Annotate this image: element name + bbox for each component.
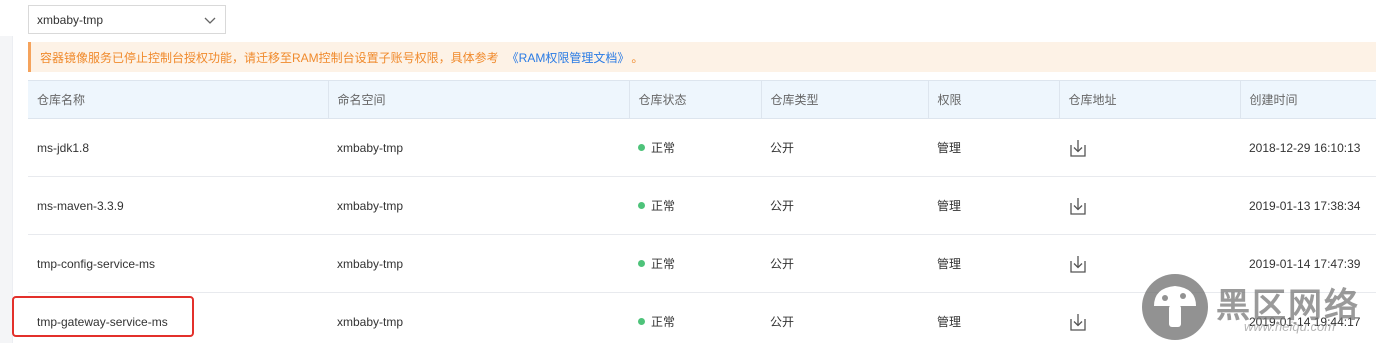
repo-status: 正常 xyxy=(629,176,761,235)
col-header-permission: 权限 xyxy=(928,80,1060,119)
col-header-status: 仓库状态 xyxy=(629,80,762,119)
repo-address xyxy=(1059,234,1240,293)
repo-type: 公开 xyxy=(761,234,928,293)
repo-status: 正常 xyxy=(629,292,761,343)
repo-permission[interactable]: 管理 xyxy=(928,292,1059,343)
repo-created: 2019-01-14 17:47:39 xyxy=(1240,234,1376,293)
download-icon[interactable] xyxy=(1068,138,1088,158)
download-icon[interactable] xyxy=(1068,196,1088,216)
table-header-row: 仓库名称 命名空间 仓库状态 仓库类型 权限 仓库地址 创建时间 xyxy=(28,80,1376,119)
col-header-type: 仓库类型 xyxy=(761,80,929,119)
repo-type: 公开 xyxy=(761,118,928,177)
repo-status-text: 正常 xyxy=(651,257,676,271)
status-dot-icon xyxy=(638,318,645,326)
repo-name[interactable]: ms-jdk1.8 xyxy=(28,118,328,177)
left-sidebar-strip xyxy=(0,36,13,343)
repo-permission[interactable]: 管理 xyxy=(928,176,1059,235)
chevron-down-icon xyxy=(204,17,216,24)
table-row: tmp-config-service-ms xmbaby-tmp 正常 公开 管… xyxy=(28,234,1376,293)
repo-name[interactable]: tmp-config-service-ms xyxy=(28,234,328,293)
ram-doc-link[interactable]: 《RAM权限管理文档》 xyxy=(507,49,630,66)
repo-status: 正常 xyxy=(629,118,761,177)
table-row: ms-maven-3.3.9 xmbaby-tmp 正常 公开 管理 2019-… xyxy=(28,176,1376,235)
status-dot-icon xyxy=(638,202,645,210)
col-header-namespace: 命名空间 xyxy=(328,80,630,119)
repo-status-text: 正常 xyxy=(651,199,676,213)
table-row: tmp-gateway-service-ms xmbaby-tmp 正常 公开 … xyxy=(28,292,1376,343)
notice-tail: 。 xyxy=(631,50,644,65)
notice-bar: 容器镜像服务已停止控制台授权功能，请迁移至RAM控制台设置子账号权限，具体参考 … xyxy=(28,42,1376,72)
repo-permission[interactable]: 管理 xyxy=(928,234,1059,293)
repo-status-text: 正常 xyxy=(651,141,676,155)
download-icon[interactable] xyxy=(1068,312,1088,332)
repo-created: 2019-01-13 17:38:34 xyxy=(1240,176,1376,235)
namespace-select[interactable]: xmbaby-tmp xyxy=(28,5,226,34)
repo-created: 2018-12-29 16:10:13 xyxy=(1240,118,1376,177)
namespace-select-value: xmbaby-tmp xyxy=(37,12,104,27)
repo-name[interactable]: ms-maven-3.3.9 xyxy=(28,176,328,235)
repo-type: 公开 xyxy=(761,176,928,235)
repository-table: 仓库名称 命名空间 仓库状态 仓库类型 权限 仓库地址 创建时间 ms-jdk1… xyxy=(28,80,1376,343)
col-header-address: 仓库地址 xyxy=(1059,80,1241,119)
repo-permission[interactable]: 管理 xyxy=(928,118,1059,177)
repo-status-text: 正常 xyxy=(651,315,676,329)
repo-name[interactable]: tmp-gateway-service-ms xyxy=(28,292,328,343)
repo-namespace: xmbaby-tmp xyxy=(328,292,629,343)
table-row: ms-jdk1.8 xmbaby-tmp 正常 公开 管理 2018-12-29… xyxy=(28,118,1376,177)
page: xmbaby-tmp 容器镜像服务已停止控制台授权功能，请迁移至RAM控制台设置… xyxy=(0,0,1376,343)
repo-namespace: xmbaby-tmp xyxy=(328,176,629,235)
repo-address xyxy=(1059,292,1240,343)
repo-address xyxy=(1059,176,1240,235)
status-dot-icon xyxy=(638,260,645,268)
notice-text: 容器镜像服务已停止控制台授权功能，请迁移至RAM控制台设置子账号权限，具体参考 xyxy=(40,50,499,65)
repo-namespace: xmbaby-tmp xyxy=(328,118,629,177)
repo-created: 2019-01-14 19:44:17 xyxy=(1240,292,1376,343)
repo-type: 公开 xyxy=(761,292,928,343)
status-dot-icon xyxy=(638,144,645,152)
repo-address xyxy=(1059,118,1240,177)
col-header-created: 创建时间 xyxy=(1240,80,1376,119)
repo-status: 正常 xyxy=(629,234,761,293)
repo-namespace: xmbaby-tmp xyxy=(328,234,629,293)
download-icon[interactable] xyxy=(1068,254,1088,274)
col-header-name: 仓库名称 xyxy=(28,80,329,119)
